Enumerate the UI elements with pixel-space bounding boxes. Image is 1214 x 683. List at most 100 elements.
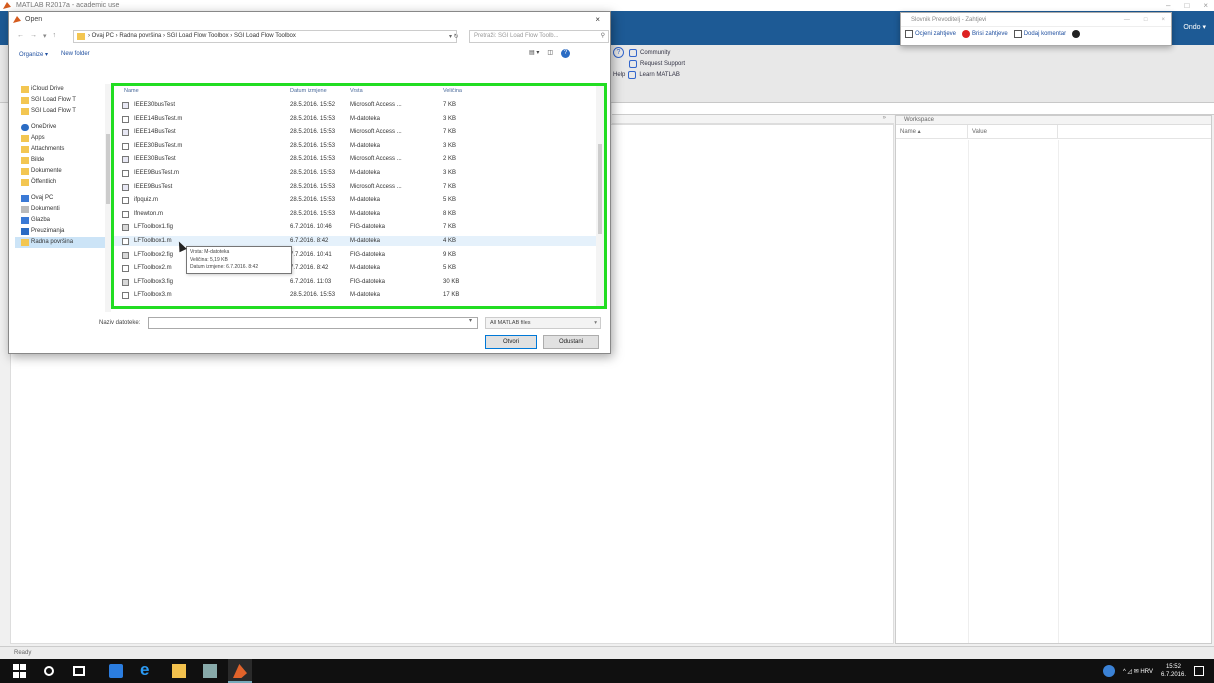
clock[interactable]: 15:52 6.7.2016. (1161, 663, 1186, 679)
recent-locations-button[interactable]: ▾ (43, 32, 47, 40)
preview-pane-button[interactable]: ◫ (547, 49, 553, 58)
help-icon[interactable] (1072, 30, 1081, 38)
file-row[interactable]: IEEE9BusTest 28.5.2016. 15:53 Microsoft Ac… (114, 182, 604, 192)
file-icon (122, 224, 129, 232)
matlab-logo-icon (13, 16, 21, 23)
learn-matlab-button[interactable]: Help Learn MATLAB (613, 69, 713, 80)
navigation-pane: iCloud Drive SGI Load Flow T SGI Load Flow… (15, 84, 111, 312)
popup-close-button[interactable]: × (1161, 13, 1165, 27)
cancel-button[interactable]: Odustani (543, 335, 599, 349)
sidebar-item-label: Apps (31, 135, 45, 141)
tray-icons[interactable]: ^ ◿ ✉ HRV (1123, 668, 1153, 675)
file-size: 3 KB (443, 170, 457, 176)
matlab-taskbar-icon[interactable] (228, 659, 252, 683)
up-button[interactable]: ↑ (53, 32, 57, 40)
sidebar-item[interactable]: Ovaj PC (15, 193, 111, 204)
workspace-col-value[interactable]: Value (968, 125, 1058, 138)
sidebar-item[interactable]: Attachments (15, 144, 111, 155)
delete-button[interactable]: Brisi zahtjeve (962, 30, 1008, 38)
organize-button[interactable]: Organize ▾ (19, 51, 48, 58)
file-icon (122, 156, 129, 164)
sidebar-item[interactable]: OneDrive (15, 122, 111, 133)
file-row[interactable]: LFToolbox1.fig 6.7.2016. 10:46 FIG-datotek… (114, 222, 604, 232)
help-icon[interactable]: ? (613, 47, 624, 58)
file-list-scrollbar[interactable] (596, 86, 604, 306)
notifications-icon[interactable] (1194, 666, 1204, 676)
scroll-thumb[interactable] (106, 134, 110, 204)
file-row[interactable]: LFToolbox1.m 6.7.2016. 8:42 M-datoteka 4 KB (114, 236, 604, 246)
task-view-icon[interactable] (73, 666, 85, 676)
app-icon[interactable] (203, 664, 217, 678)
file-name: LFToolbox2.fig (134, 251, 174, 258)
col-name[interactable]: Name (124, 88, 139, 94)
folder-icon (21, 86, 29, 93)
address-bar[interactable]: › Ovaj PC › Radna površina › SGI Load Fl… (73, 30, 457, 43)
sidebar-item[interactable]: iCloud Drive (15, 84, 111, 95)
close-button[interactable]: × (1203, 0, 1208, 11)
sidebar-item[interactable]: Dokumenti (15, 204, 111, 215)
network-icon[interactable] (1102, 665, 1115, 677)
file-row[interactable]: LFToolbox3.fig 6.7.2016. 11:03 FIG-datotek… (114, 277, 604, 287)
open-button[interactable]: Otvori (485, 335, 537, 349)
col-size[interactable]: Veličina (443, 88, 462, 94)
sidebar-item[interactable]: Bilde (15, 155, 111, 166)
review-popup-window: Slovnik Prevoditelj - Zahtjevi — □ × Ocj… (900, 12, 1172, 46)
file-name: ifpquiz.m (134, 197, 159, 204)
col-date[interactable]: Datum izmjene (290, 88, 327, 94)
file-explorer-icon[interactable] (172, 664, 186, 678)
minimize-button[interactable]: – (1166, 0, 1170, 11)
dialog-close-button[interactable]: × (595, 12, 600, 28)
file-row[interactable]: IEEE30BusTest 28.5.2016. 15:53 Microsoft A… (114, 154, 604, 164)
sidebar-item[interactable]: Radna površina (15, 237, 111, 248)
comment-button[interactable]: Dodaj komentar (1013, 30, 1066, 38)
file-row[interactable]: LFToolbox3.m 28.5.2016. 15:53 M-datoteka 17… (114, 290, 604, 300)
forward-button[interactable]: → (30, 32, 37, 40)
current-folder-bar[interactable] (612, 103, 1214, 115)
start-button[interactable] (13, 664, 27, 678)
file-row[interactable]: lfnewton.m 28.5.2016. 15:53 M-datoteka 8 KB (114, 209, 604, 219)
file-row[interactable]: IEEE14BusTest 28.5.2016. 15:53 Microsoft A… (114, 127, 604, 137)
sidebar-item[interactable]: Glazba (15, 215, 111, 226)
request-support-button[interactable]: Request Support (629, 58, 713, 69)
panel-expand-icon[interactable]: » (883, 115, 886, 121)
file-row[interactable]: IEEE14BusTest.m 28.5.2016. 15:53 M-datotek… (114, 114, 604, 124)
rate-label: Ocjeni zahtjeve (915, 31, 957, 37)
file-size: 3 KB (443, 115, 457, 122)
search-documentation[interactable]: Ondo ▾ (1183, 23, 1206, 31)
new-folder-button[interactable]: New folder (61, 51, 90, 57)
file-row[interactable]: IEEE9BusTest.m 28.5.2016. 15:53 M-datoteka… (114, 168, 604, 178)
sidebar-item[interactable]: SGI Load Flow T (15, 95, 111, 106)
view-options-button[interactable]: ▤ ▾ (529, 49, 539, 58)
back-button[interactable]: ← (17, 32, 24, 40)
store-icon[interactable] (109, 664, 123, 678)
search-icon[interactable] (44, 666, 54, 676)
file-type-select[interactable]: All MATLAB files ▾ (485, 317, 601, 329)
sidebar-item[interactable]: Preuzimanja (15, 226, 111, 237)
col-type[interactable]: Vrsta (350, 88, 363, 94)
maximize-button[interactable]: □ (1184, 0, 1189, 11)
file-row[interactable]: IEEE30BusTest.m 28.5.2016. 15:53 M-datotek… (114, 141, 604, 151)
file-name: IEEE9BusTest.m (134, 170, 180, 176)
sidebar-item[interactable]: Öffentlich (15, 177, 111, 188)
filename-input[interactable] (148, 317, 478, 329)
sidebar-item[interactable]: Dokumente (15, 166, 111, 177)
workspace-col-name[interactable]: Name ▴ (896, 125, 968, 138)
scroll-thumb[interactable] (598, 144, 602, 234)
file-date: 6.7.2016. 10:46 (290, 224, 332, 231)
popup-minimize-button[interactable]: — (1124, 13, 1130, 27)
sidebar-item[interactable]: Apps (15, 133, 111, 144)
community-button[interactable]: Community (629, 47, 713, 58)
help-icon[interactable]: ? (561, 49, 571, 58)
sidebar-item[interactable]: SGI Load Flow T (15, 106, 111, 117)
popup-maximize-button[interactable]: □ (1144, 13, 1148, 27)
file-row[interactable]: IEEE30busTest 28.5.2016. 15:52 Microsoft A… (114, 100, 604, 110)
filename-dropdown-icon[interactable]: ▾ (469, 317, 472, 324)
refresh-button[interactable]: ▾ ↻ (449, 33, 459, 40)
popup-window-controls: — □ × (1124, 13, 1165, 27)
rate-button[interactable]: Ocjeni zahtjeve (905, 30, 956, 38)
file-type: M-datoteka (350, 238, 381, 244)
file-row[interactable]: ifpquiz.m 28.5.2016. 15:53 M-datoteka 5 KB (114, 195, 604, 205)
search-input[interactable]: Pretraži: SGI Load Flow Toolb... ⚲ (469, 30, 609, 43)
edge-icon[interactable]: e (140, 660, 156, 679)
file-type: M-datoteka (350, 292, 381, 299)
